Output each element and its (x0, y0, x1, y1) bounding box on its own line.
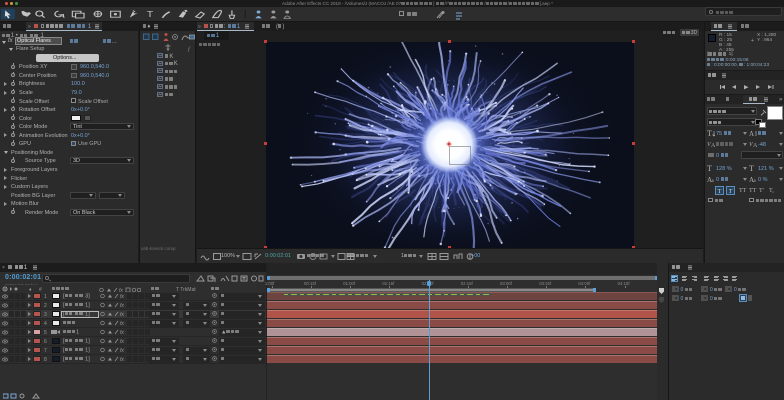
svg-text:f: f (188, 46, 191, 52)
svg-text:T: T (749, 164, 754, 172)
svg-text:fx: fx (120, 357, 124, 362)
svg-text:T: T (707, 129, 712, 137)
svg-text:fx: fx (120, 312, 124, 317)
svg-text:fx: fx (120, 330, 124, 335)
svg-text:a: a (712, 179, 715, 183)
svg-text:A: A (749, 130, 754, 137)
svg-text:A: A (753, 143, 757, 148)
svg-text:T: T (707, 164, 712, 172)
svg-text:fx: fx (120, 303, 124, 308)
svg-text:A: A (711, 143, 715, 148)
svg-text:fx: fx (120, 339, 124, 344)
svg-text:a: a (754, 179, 757, 183)
svg-text:T: T (147, 10, 154, 19)
svg-text:fx: fx (120, 321, 124, 326)
svg-text:fx: fx (120, 348, 124, 353)
svg-text:fx: fx (120, 294, 124, 299)
